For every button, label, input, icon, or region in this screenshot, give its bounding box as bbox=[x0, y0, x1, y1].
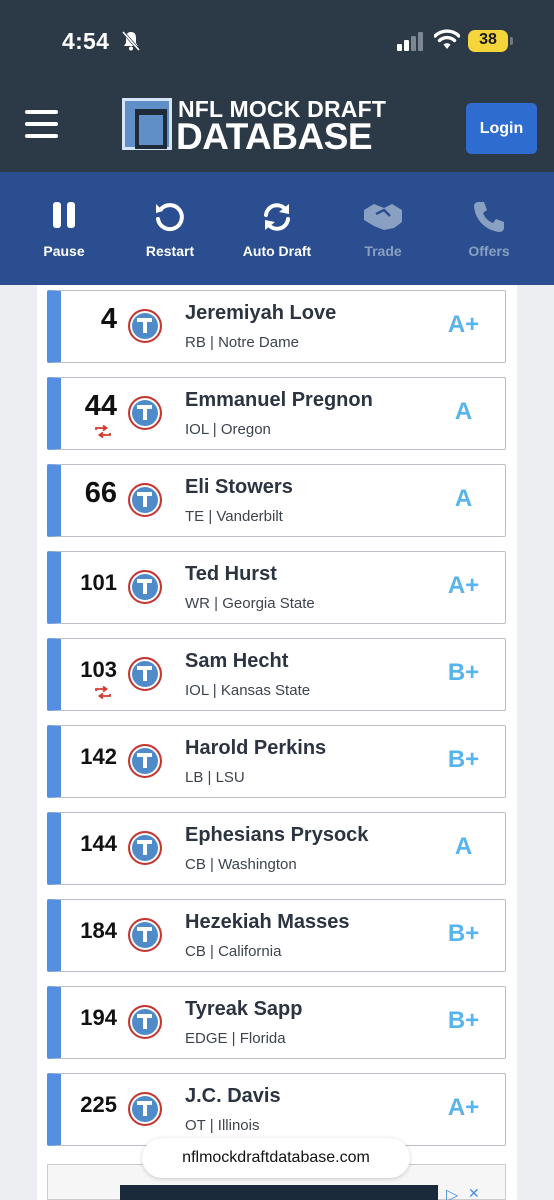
pick-number: 194 bbox=[80, 1005, 117, 1030]
pick-number: 44 bbox=[84, 390, 117, 422]
pick-grade: B+ bbox=[447, 746, 480, 773]
traded-pick-icon bbox=[95, 425, 111, 438]
pick-card[interactable]: 66 Eli Stowers TE | Vanderbilt A bbox=[47, 464, 506, 537]
trade-button[interactable]: Trade bbox=[338, 200, 428, 270]
player-name: Emmanuel Pregnon bbox=[185, 389, 373, 411]
auto-draft-label: Auto Draft bbox=[242, 243, 312, 259]
pick-grade: A+ bbox=[447, 311, 480, 338]
team-logo-icon bbox=[128, 744, 162, 778]
team-logo-icon bbox=[128, 309, 162, 343]
status-time: 4:54 bbox=[62, 28, 110, 54]
pick-number: 66 bbox=[84, 477, 117, 509]
pick-card[interactable]: 101 Ted Hurst WR | Georgia State A+ bbox=[47, 551, 506, 624]
pause-icon bbox=[53, 202, 75, 228]
pick-grade: A+ bbox=[447, 572, 480, 599]
restart-label: Restart bbox=[145, 243, 195, 259]
player-name: Hezekiah Masses bbox=[185, 911, 350, 933]
ad-choices-icon[interactable]: ▷ bbox=[446, 1185, 458, 1200]
battery-tip bbox=[510, 37, 513, 45]
team-logo-icon bbox=[128, 396, 162, 430]
player-name: J.C. Davis bbox=[185, 1085, 281, 1107]
player-name: Harold Perkins bbox=[185, 737, 327, 759]
pick-number: 101 bbox=[80, 570, 117, 595]
browser-url-bar[interactable]: nflmockdraftdatabase.com bbox=[142, 1138, 410, 1178]
logo-mark-icon bbox=[122, 98, 172, 150]
draft-results: 4 Jeremiyah Love RB | Notre Dame A+ 44 Emmanu… bbox=[0, 285, 554, 1200]
app-header: 4:54 38 NFL MOCK DRAFT DATABASE Login bbox=[0, 0, 554, 172]
wifi-icon bbox=[434, 29, 460, 49]
offers-button[interactable]: Offers bbox=[444, 200, 534, 270]
player-name: Ted Hurst bbox=[185, 563, 277, 585]
pick-number: 4 bbox=[100, 303, 117, 335]
team-logo-icon bbox=[128, 918, 162, 952]
pause-label: Pause bbox=[43, 243, 85, 259]
pick-card[interactable]: 144 Ephesians Prysock CB | Washington A bbox=[47, 812, 506, 885]
player-position-school: EDGE | Florida bbox=[185, 1030, 286, 1047]
pick-number: 225 bbox=[80, 1092, 117, 1117]
player-position-school: LB | LSU bbox=[185, 769, 245, 786]
team-logo-icon bbox=[128, 483, 162, 517]
pick-grade: B+ bbox=[447, 659, 480, 686]
player-position-school: WR | Georgia State bbox=[185, 595, 315, 612]
bell-slash-icon bbox=[122, 31, 140, 51]
pick-card[interactable]: 225 J.C. Davis OT | Illinois A+ bbox=[47, 1073, 506, 1146]
ad-close-icon[interactable]: ✕ bbox=[468, 1185, 480, 1200]
site-logo[interactable]: NFL MOCK DRAFT DATABASE bbox=[122, 96, 412, 157]
sync-icon bbox=[264, 203, 290, 231]
pick-grade: A bbox=[454, 485, 473, 512]
player-name: Jeremiyah Love bbox=[185, 302, 337, 324]
pick-number: 144 bbox=[80, 831, 117, 856]
player-position-school: IOL | Kansas State bbox=[185, 682, 311, 699]
player-position-school: IOL | Oregon bbox=[185, 421, 271, 438]
login-button[interactable]: Login bbox=[466, 103, 537, 154]
handshake-icon bbox=[364, 204, 402, 230]
player-position-school: RB | Notre Dame bbox=[185, 334, 299, 351]
pick-grade: B+ bbox=[447, 920, 480, 947]
battery-level: 38 bbox=[479, 31, 497, 48]
pause-button[interactable]: Pause bbox=[19, 200, 109, 270]
player-position-school: OT | Illinois bbox=[185, 1117, 260, 1134]
restart-button[interactable]: Restart bbox=[125, 200, 215, 270]
player-name: Sam Hecht bbox=[185, 650, 289, 672]
pick-number: 142 bbox=[80, 744, 117, 769]
pick-grade: B+ bbox=[447, 1007, 480, 1034]
cell-signal-icon bbox=[397, 32, 423, 51]
logo-text-bottom: DATABASE bbox=[176, 116, 373, 157]
battery-indicator: 38 bbox=[468, 30, 508, 52]
player-name: Ephesians Prysock bbox=[185, 824, 369, 846]
traded-pick-icon bbox=[95, 686, 111, 699]
player-name: Eli Stowers bbox=[185, 476, 293, 498]
restart-icon bbox=[156, 203, 184, 232]
player-position-school: CB | California bbox=[185, 943, 282, 960]
team-logo-icon bbox=[128, 1005, 162, 1039]
team-logo-icon bbox=[128, 657, 162, 691]
pick-card[interactable]: 4 Jeremiyah Love RB | Notre Dame A+ bbox=[47, 290, 506, 363]
pick-grade: A bbox=[454, 398, 473, 425]
pick-card[interactable]: 142 Harold Perkins LB | LSU B+ bbox=[47, 725, 506, 798]
offers-label: Offers bbox=[468, 243, 510, 259]
draft-toolbar: Pause Restart Auto Draft Trade Offers bbox=[0, 172, 554, 285]
phone-icon bbox=[474, 202, 504, 232]
player-position-school: CB | Washington bbox=[185, 856, 297, 873]
team-logo-icon bbox=[128, 570, 162, 604]
pick-card[interactable]: 103 Sam Hecht IOL | Kansas State B+ bbox=[47, 638, 506, 711]
ad-image bbox=[120, 1185, 438, 1200]
trade-label: Trade bbox=[364, 243, 402, 259]
pick-card[interactable]: 44 Emmanuel Pregnon IOL | Oregon A bbox=[47, 377, 506, 450]
pick-card[interactable]: 194 Tyreak Sapp EDGE | Florida B+ bbox=[47, 986, 506, 1059]
auto-draft-button[interactable]: Auto Draft bbox=[232, 200, 322, 270]
status-bar: 4:54 38 bbox=[0, 0, 554, 84]
player-position-school: TE | Vanderbilt bbox=[185, 508, 283, 525]
player-name: Tyreak Sapp bbox=[185, 998, 303, 1020]
pick-card[interactable]: 184 Hezekiah Masses CB | California B+ bbox=[47, 899, 506, 972]
pick-number: 103 bbox=[80, 657, 117, 682]
pick-number: 184 bbox=[80, 918, 117, 943]
team-logo-icon bbox=[128, 831, 162, 865]
menu-icon[interactable] bbox=[25, 110, 58, 140]
pick-grade: A bbox=[454, 833, 473, 860]
team-logo-icon bbox=[128, 1092, 162, 1126]
pick-grade: A+ bbox=[447, 1094, 480, 1121]
